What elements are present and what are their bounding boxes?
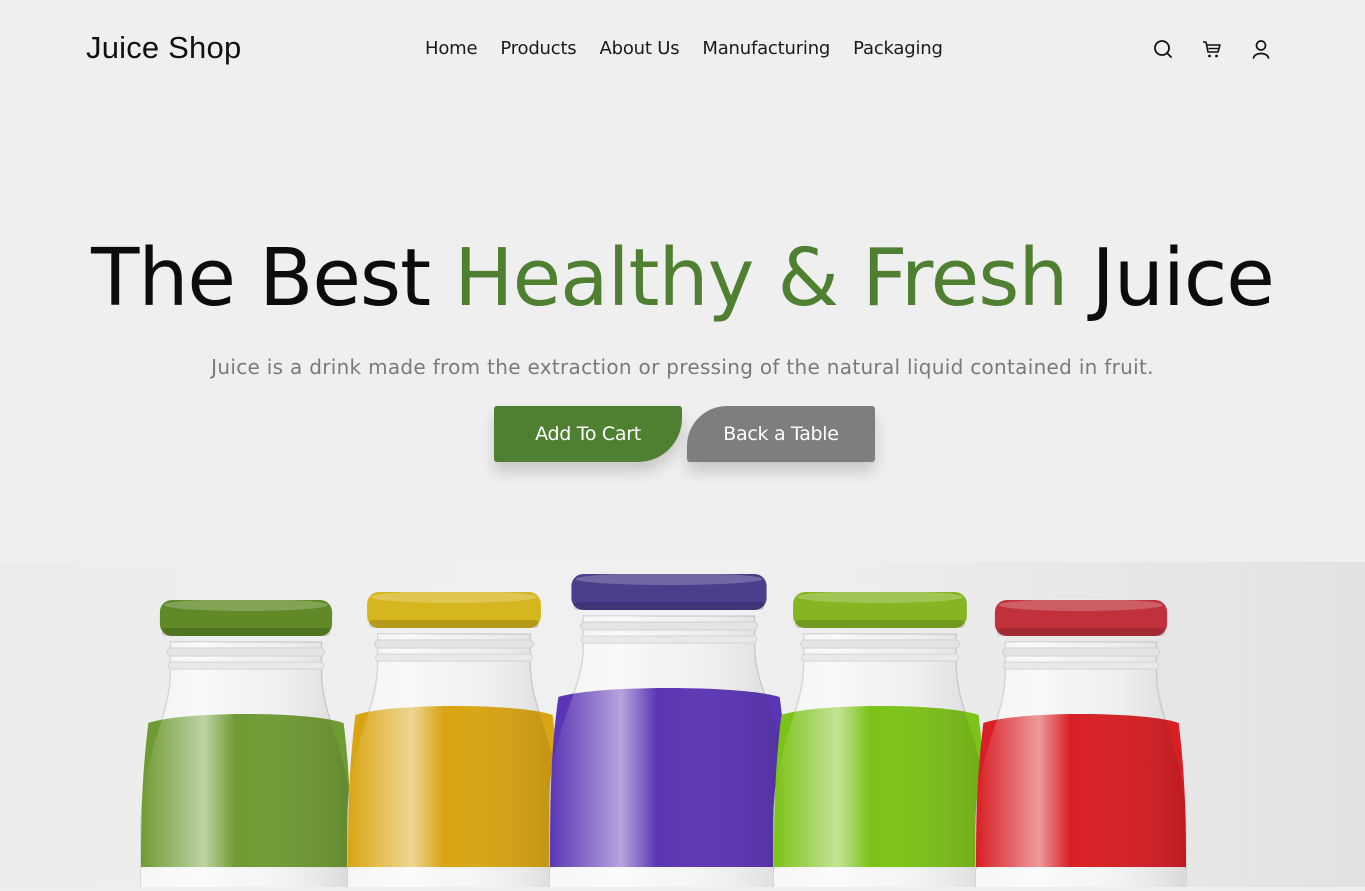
juice-bottle	[549, 573, 789, 888]
hero-title-start: The Best	[91, 232, 455, 324]
juice-bottle	[347, 591, 561, 888]
cart-icon[interactable]	[1201, 38, 1223, 60]
juice-bottle	[140, 599, 352, 888]
brand-logo[interactable]: Juice Shop	[86, 30, 241, 66]
back-a-table-button[interactable]: Back a Table	[687, 406, 875, 462]
nav-home[interactable]: Home	[425, 38, 478, 59]
nav-products[interactable]: Products	[500, 38, 576, 59]
header-icons	[1152, 38, 1272, 60]
hero-title-highlight: Healthy & Fresh	[454, 232, 1068, 324]
nav-manufacturing[interactable]: Manufacturing	[702, 38, 830, 59]
search-icon[interactable]	[1152, 38, 1174, 60]
site-header: Juice Shop Home Products About Us Manufa…	[0, 0, 1365, 100]
main-nav: Home Products About Us Manufacturing Pac…	[425, 38, 966, 59]
juice-bottles-image	[0, 562, 1365, 888]
nav-packaging[interactable]: Packaging	[853, 38, 943, 59]
add-to-cart-button[interactable]: Add To Cart	[494, 406, 682, 462]
nav-about-us[interactable]: About Us	[599, 38, 679, 59]
juice-bottle	[975, 599, 1187, 888]
hero-title: The Best Healthy & Fresh Juice	[0, 232, 1365, 324]
juice-bottle	[773, 591, 987, 888]
hero-subtitle: Juice is a drink made from the extractio…	[211, 355, 1154, 379]
hero-title-end: Juice	[1067, 232, 1275, 324]
user-icon[interactable]	[1250, 38, 1272, 60]
